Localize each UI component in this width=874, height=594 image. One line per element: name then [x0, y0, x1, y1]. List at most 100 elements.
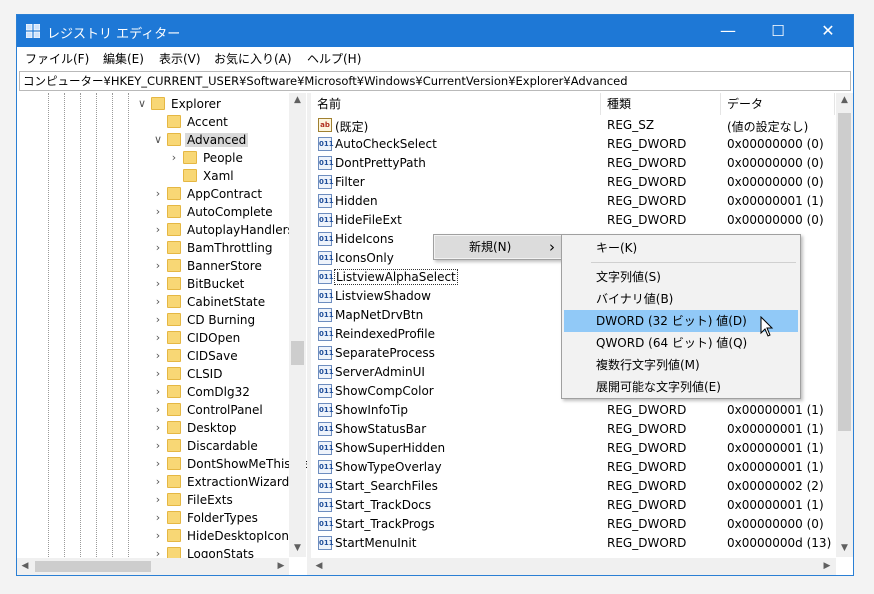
chevron-right-icon[interactable]: ›: [153, 313, 163, 327]
close-button[interactable]: ✕: [803, 15, 853, 47]
scroll-down-arrow-icon[interactable]: ▼: [836, 543, 853, 553]
list-horizontal-scrollbar[interactable]: ◀ ▶: [311, 558, 836, 575]
scroll-down-arrow-icon[interactable]: ▼: [289, 543, 306, 553]
submenu-item[interactable]: キー(K): [564, 237, 798, 259]
context-menu-new[interactable]: 新規(N) ›: [435, 236, 561, 258]
tree-item[interactable]: › CD Burning: [17, 311, 289, 329]
tree-item[interactable]: › FileExts: [17, 491, 289, 509]
menu-favorites[interactable]: お気に入り(A): [214, 50, 292, 67]
tree-item[interactable]: › CabinetState: [17, 293, 289, 311]
value-row[interactable]: 011 HideFileExt REG_DWORD 0x00000000 (0): [311, 211, 835, 230]
chevron-right-icon[interactable]: ›: [153, 349, 163, 363]
chevron-right-icon[interactable]: ›: [153, 277, 163, 291]
value-row[interactable]: 011 StartMenuInit REG_DWORD 0x0000000d (13): [311, 534, 835, 553]
tree-item[interactable]: › Discardable: [17, 437, 289, 455]
chevron-right-icon[interactable]: ›: [153, 475, 163, 489]
scroll-thumb[interactable]: [838, 113, 851, 431]
value-row[interactable]: 011 DontPrettyPath REG_DWORD 0x00000000 (0): [311, 154, 835, 173]
tree-item[interactable]: Xaml: [17, 167, 289, 185]
chevron-right-icon[interactable]: ›: [153, 403, 163, 417]
chevron-right-icon[interactable]: ›: [153, 223, 163, 237]
chevron-right-icon[interactable]: ›: [153, 421, 163, 435]
tree-item[interactable]: ∨ Advanced: [17, 131, 289, 149]
tree-vertical-scrollbar[interactable]: ▲ ▼: [289, 93, 306, 557]
chevron-right-icon[interactable]: ›: [153, 331, 163, 345]
chevron-right-icon[interactable]: ›: [153, 457, 163, 471]
chevron-right-icon[interactable]: ›: [153, 187, 163, 201]
chevron-down-icon[interactable]: ∨: [137, 97, 147, 111]
tree-item-label: FileExts: [187, 493, 233, 507]
value-row[interactable]: 011 Start_SearchFiles REG_DWORD 0x00000002 …: [311, 477, 835, 496]
chevron-right-icon[interactable]: ›: [153, 439, 163, 453]
value-row[interactable]: ab (既定) REG_SZ (値の設定なし): [311, 116, 835, 135]
tree-item[interactable]: › BitBucket: [17, 275, 289, 293]
chevron-right-icon[interactable]: ›: [153, 241, 163, 255]
value-row[interactable]: 011 Start_TrackProgs REG_DWORD 0x00000000 (…: [311, 515, 835, 534]
column-header-name[interactable]: 名前: [311, 93, 601, 115]
scroll-right-arrow-icon[interactable]: ▶: [275, 561, 287, 571]
scroll-right-arrow-icon[interactable]: ▶: [821, 561, 833, 571]
chevron-right-icon[interactable]: ›: [153, 385, 163, 399]
tree-item[interactable]: › FolderTypes: [17, 509, 289, 527]
value-row[interactable]: 011 Hidden REG_DWORD 0x00000001 (1): [311, 192, 835, 211]
list-vertical-scrollbar[interactable]: ▲ ▼: [836, 93, 853, 557]
value-row[interactable]: 011 Start_TrackDocs REG_DWORD 0x00000001 (1…: [311, 496, 835, 515]
tree-item[interactable]: › HideDesktopIcons: [17, 527, 295, 545]
chevron-down-icon[interactable]: ∨: [153, 133, 163, 147]
folder-icon: [167, 493, 181, 506]
tree-item[interactable]: › CIDOpen: [17, 329, 289, 347]
tree-item[interactable]: ∨ Explorer: [17, 95, 289, 113]
menu-file[interactable]: ファイル(F): [25, 50, 89, 67]
value-row[interactable]: 011 ShowInfoTip REG_DWORD 0x00000001 (1): [311, 401, 835, 420]
chevron-right-icon[interactable]: ›: [153, 367, 163, 381]
scroll-up-arrow-icon[interactable]: ▲: [289, 95, 306, 105]
tree-item[interactable]: › ExtractionWizard: [17, 473, 289, 491]
tree-item[interactable]: › CIDSave: [17, 347, 289, 365]
tree-item[interactable]: › People: [17, 149, 289, 167]
scroll-up-arrow-icon[interactable]: ▲: [836, 95, 853, 105]
address-bar[interactable]: コンピューター¥HKEY_CURRENT_USER¥Software¥Micro…: [19, 71, 851, 91]
menu-view[interactable]: 表示(V): [159, 50, 201, 67]
tree-item[interactable]: ›DontShowMeThisDialo: [17, 455, 307, 473]
minimize-button[interactable]: —: [703, 15, 753, 47]
chevron-right-icon[interactable]: ›: [153, 529, 163, 543]
chevron-right-icon[interactable]: ›: [153, 205, 163, 219]
column-header-type[interactable]: 種類: [601, 93, 721, 115]
chevron-right-icon[interactable]: ›: [153, 511, 163, 525]
menu-help[interactable]: ヘルプ(H): [307, 50, 361, 67]
tree-item[interactable]: › Desktop: [17, 419, 289, 437]
tree-item[interactable]: › AutoplayHandlers: [17, 221, 294, 239]
tree-item[interactable]: › ComDlg32: [17, 383, 289, 401]
chevron-right-icon[interactable]: ›: [153, 493, 163, 507]
column-header-data[interactable]: データ: [721, 93, 835, 115]
value-row[interactable]: 011 AutoCheckSelect REG_DWORD 0x00000000 (0…: [311, 135, 835, 154]
folder-icon: [167, 475, 181, 488]
scroll-left-arrow-icon[interactable]: ◀: [19, 561, 31, 571]
value-row[interactable]: 011 ShowStatusBar REG_DWORD 0x00000001 (1): [311, 420, 835, 439]
scroll-left-arrow-icon[interactable]: ◀: [313, 561, 325, 571]
value-row[interactable]: 011 Filter REG_DWORD 0x00000000 (0): [311, 173, 835, 192]
submenu-item[interactable]: 文字列値(S): [564, 266, 798, 288]
submenu-item[interactable]: 展開可能な文字列値(E): [564, 376, 798, 398]
chevron-right-icon[interactable]: ›: [153, 259, 163, 273]
scroll-thumb[interactable]: [35, 561, 151, 572]
tree-item[interactable]: › BamThrottling: [17, 239, 289, 257]
tree-item[interactable]: › AppContract: [17, 185, 289, 203]
tree-item[interactable]: › BannerStore: [17, 257, 289, 275]
key-tree-pane[interactable]: ∨ Explorer Accent ∨ Advanced › People Xaml › AppC…: [17, 93, 307, 575]
tree-item[interactable]: Accent: [17, 113, 289, 131]
tree-item[interactable]: › ControlPanel: [17, 401, 289, 419]
scroll-thumb[interactable]: [291, 341, 304, 365]
submenu-item[interactable]: バイナリ値(B): [564, 288, 798, 310]
title-bar[interactable]: レジストリ エディター — ☐ ✕: [17, 15, 853, 47]
tree-item[interactable]: › AutoComplete: [17, 203, 289, 221]
value-row[interactable]: 011 ShowTypeOverlay REG_DWORD 0x00000001 (1…: [311, 458, 835, 477]
chevron-right-icon[interactable]: ›: [153, 295, 163, 309]
menu-edit[interactable]: 編集(E): [103, 50, 144, 67]
maximize-button[interactable]: ☐: [753, 15, 803, 47]
value-row[interactable]: 011 ShowSuperHidden REG_DWORD 0x00000001 (1…: [311, 439, 835, 458]
chevron-right-icon[interactable]: ›: [169, 151, 179, 165]
tree-item[interactable]: › CLSID: [17, 365, 289, 383]
tree-horizontal-scrollbar[interactable]: ◀ ▶: [17, 558, 289, 575]
submenu-item[interactable]: 複数行文字列値(M): [564, 354, 798, 376]
